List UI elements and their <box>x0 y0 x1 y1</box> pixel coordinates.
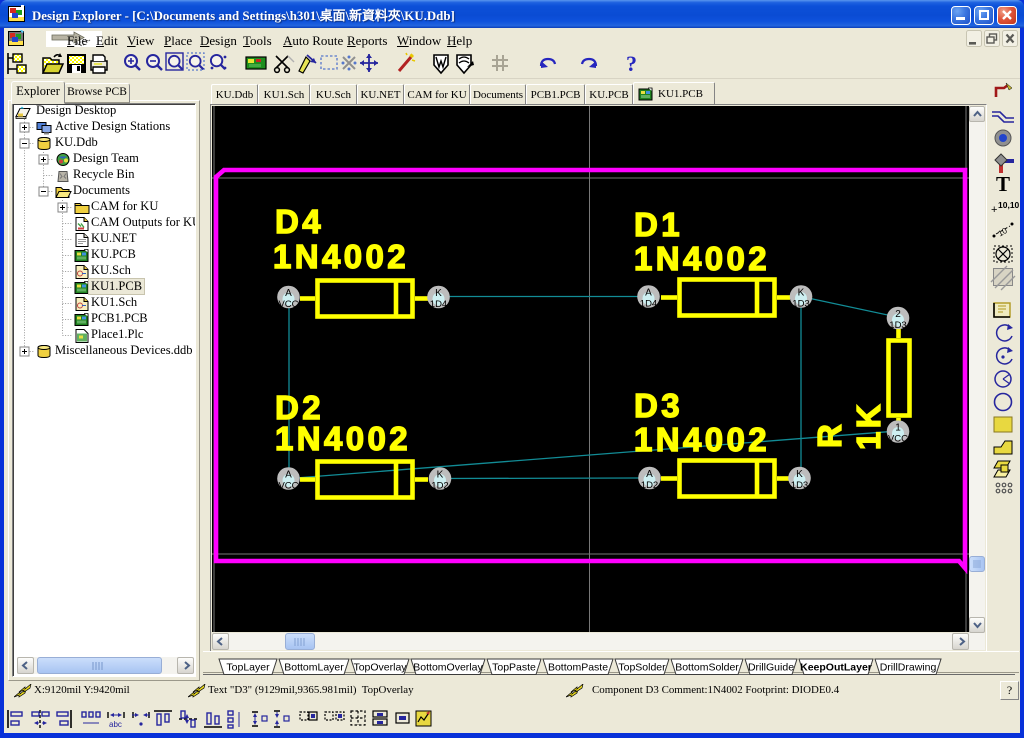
svg-text:D3: D3 <box>634 387 683 424</box>
svg-text:TopOverlay: TopOverlay <box>353 662 407 674</box>
svg-text:R: R <box>811 421 848 448</box>
svg-text:A: A <box>645 288 652 299</box>
svg-text:2: 2 <box>895 309 901 320</box>
svg-text:1D3: 1D3 <box>792 299 809 310</box>
svg-text:abc: abc <box>109 720 122 729</box>
svg-text:1N4002: 1N4002 <box>634 421 770 458</box>
svg-text:T: T <box>996 172 1010 196</box>
svg-text:BottomLayer: BottomLayer <box>284 662 344 674</box>
svg-text:DrillDrawing: DrillDrawing <box>880 662 937 674</box>
svg-text:1N4002: 1N4002 <box>634 240 770 277</box>
svg-text:1K: 1K <box>850 401 887 450</box>
svg-text:VCC: VCC <box>278 481 298 492</box>
svg-text:BottomSolder: BottomSolder <box>675 662 739 674</box>
svg-text:1D3: 1D3 <box>791 480 808 491</box>
svg-text:1D2: 1D2 <box>641 480 658 491</box>
svg-text:1D3: 1D3 <box>889 320 906 331</box>
svg-text:1N4002: 1N4002 <box>273 238 409 275</box>
svg-text:?: ? <box>626 51 637 76</box>
svg-text:10,10: 10,10 <box>998 200 1019 210</box>
svg-text:1D2: 1D2 <box>431 481 448 492</box>
svg-text:1: 1 <box>895 423 901 434</box>
svg-text:K: K <box>435 288 442 299</box>
svg-text:TopSolder: TopSolder <box>618 662 666 674</box>
svg-text:+: + <box>991 204 997 216</box>
svg-text:VCC: VCC <box>888 434 908 445</box>
svg-text:1D4: 1D4 <box>430 299 447 310</box>
svg-text:BottomOverlay: BottomOverlay <box>413 662 483 674</box>
svg-text:TopLayer: TopLayer <box>226 662 270 674</box>
svg-text:K: K <box>796 469 803 480</box>
svg-text:D4: D4 <box>275 203 324 240</box>
svg-text:A: A <box>285 470 292 481</box>
svg-text:1N4002: 1N4002 <box>275 420 411 457</box>
svg-text:1D4: 1D4 <box>640 299 657 310</box>
svg-text:D1: D1 <box>634 206 683 243</box>
svg-text:K: K <box>798 288 805 299</box>
svg-text:A: A <box>285 288 292 299</box>
svg-text:BottomPaste: BottomPaste <box>548 662 608 674</box>
svg-text:VCC: VCC <box>278 299 298 310</box>
svg-text:TopPaste: TopPaste <box>492 662 536 674</box>
svg-text:K: K <box>437 470 444 481</box>
svg-text:A: A <box>646 469 653 480</box>
svg-text:DrillGuide: DrillGuide <box>748 662 794 674</box>
svg-text:KeepOutLayer: KeepOutLayer <box>800 662 872 674</box>
